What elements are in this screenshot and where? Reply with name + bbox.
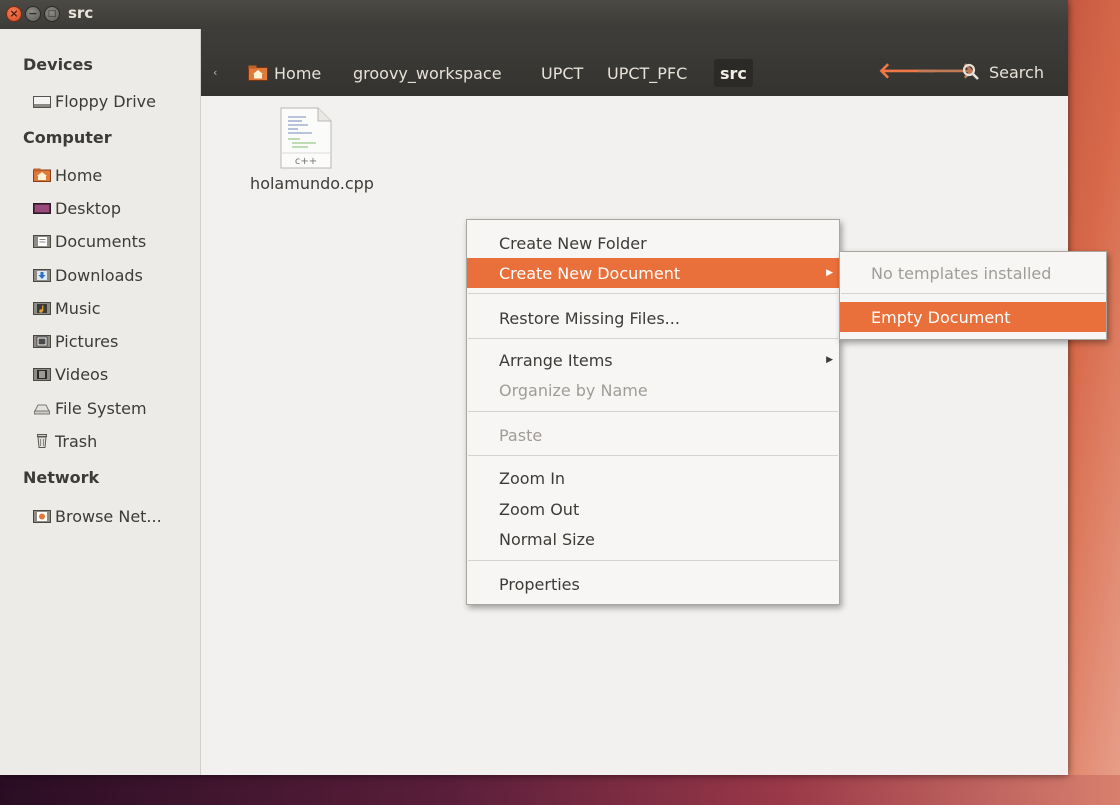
breadcrumb-upct[interactable]: UPCT xyxy=(537,59,587,87)
breadcrumb-label: src xyxy=(720,63,747,83)
breadcrumb-src[interactable]: src xyxy=(714,59,753,87)
sidebar-item-label: Documents xyxy=(55,231,147,251)
sidebar-item-desktop[interactable]: Desktop xyxy=(33,196,121,220)
menu-item-normal-size[interactable]: Normal Size xyxy=(467,524,839,554)
sidebar-item-label: Pictures xyxy=(55,331,119,351)
maximize-window-button[interactable]: □ xyxy=(44,6,60,22)
file-type-label: c++ xyxy=(295,156,317,167)
floppy-drive-icon xyxy=(33,96,51,108)
sidebar-item-label: Trash xyxy=(55,431,98,451)
sidebar-item-label: Desktop xyxy=(55,198,121,218)
menu-item-label: Zoom Out xyxy=(499,499,580,519)
sidebar-item-label: Music xyxy=(55,298,101,318)
submenu-item-empty-document[interactable]: Empty Document xyxy=(840,302,1106,332)
sidebar-item-label: Floppy Drive xyxy=(55,91,156,111)
window-title: src xyxy=(68,4,94,22)
menu-item-arrange-items[interactable]: Arrange Items ▶ xyxy=(467,345,839,375)
videos-folder-icon xyxy=(33,368,51,381)
menu-separator xyxy=(468,338,838,339)
home-folder-icon xyxy=(248,65,268,81)
downloads-folder-icon xyxy=(33,269,51,282)
sidebar-item-floppy-drive[interactable]: Floppy Drive xyxy=(33,89,156,113)
create-document-submenu: No templates installed Empty Document xyxy=(839,251,1107,340)
sidebar-header-devices: Devices xyxy=(23,55,93,74)
file-name-label[interactable]: holamundo.cpp xyxy=(236,174,388,193)
menu-item-label: Empty Document xyxy=(871,307,1011,327)
breadcrumb-label: groovy_workspace xyxy=(353,63,502,83)
menu-item-label: Create New Folder xyxy=(499,233,647,253)
sidebar-item-home[interactable]: Home xyxy=(33,163,102,187)
browse-network-icon xyxy=(33,510,51,523)
menu-item-label: Arrange Items xyxy=(499,350,613,370)
menu-item-create-new-folder[interactable]: Create New Folder xyxy=(467,228,839,258)
menu-separator xyxy=(468,455,838,456)
menu-item-label: Create New Document xyxy=(499,263,681,283)
menu-item-paste: Paste xyxy=(467,420,839,450)
breadcrumb-label: UPCT_PFC xyxy=(607,63,688,83)
submenu-arrow-icon: ▶ xyxy=(826,355,833,365)
trash-icon xyxy=(37,434,47,448)
documents-folder-icon xyxy=(33,235,51,248)
file-system-icon xyxy=(34,404,50,415)
cpp-file-icon[interactable]: c++ xyxy=(278,107,334,169)
close-icon: × xyxy=(9,7,19,20)
sidebar-item-trash[interactable]: Trash xyxy=(33,429,97,453)
menu-item-label: Restore Missing Files... xyxy=(499,308,680,328)
search-label: Search xyxy=(989,62,1044,82)
pictures-folder-icon xyxy=(33,335,51,348)
close-window-button[interactable]: × xyxy=(6,6,22,22)
menu-item-organize-by-name: Organize by Name xyxy=(467,375,839,405)
menu-item-label: Zoom In xyxy=(499,468,566,488)
breadcrumb-upct-pfc[interactable]: UPCT_PFC xyxy=(603,59,691,87)
menu-item-label: Paste xyxy=(499,425,543,445)
submenu-item-no-templates: No templates installed xyxy=(840,258,1106,288)
menu-item-label: Normal Size xyxy=(499,529,595,549)
sidebar-item-label: Home xyxy=(55,165,103,185)
title-bar[interactable]: × − □ src xyxy=(0,0,1068,29)
sidebar-item-videos[interactable]: Videos xyxy=(33,362,108,386)
desktop-icon xyxy=(33,203,51,214)
menu-separator xyxy=(841,293,1105,294)
menu-item-label: No templates installed xyxy=(871,263,1052,283)
menu-item-zoom-out[interactable]: Zoom Out xyxy=(467,494,839,524)
menu-separator xyxy=(468,560,838,561)
home-folder-icon xyxy=(33,168,51,182)
submenu-arrow-icon: ▶ xyxy=(826,268,833,278)
maximize-icon: □ xyxy=(47,9,57,19)
breadcrumb-home[interactable]: Home xyxy=(244,59,325,87)
sidebar-header-computer: Computer xyxy=(23,128,112,147)
menu-item-restore-missing-files[interactable]: Restore Missing Files... xyxy=(467,303,839,333)
desktop-wallpaper xyxy=(0,775,1120,805)
breadcrumb-label: Home xyxy=(274,63,322,83)
sidebar-header-network: Network xyxy=(23,468,100,487)
sidebar-item-label: Browse Net... xyxy=(55,506,162,526)
breadcrumb-groovy-workspace[interactable]: groovy_workspace xyxy=(349,59,506,87)
search-icon xyxy=(962,63,979,80)
menu-item-create-new-document[interactable]: Create New Document ▶ xyxy=(467,258,839,288)
sidebar-item-label: File System xyxy=(55,398,147,418)
breadcrumb-label: UPCT xyxy=(541,63,584,83)
sidebar-item-music[interactable]: Music xyxy=(33,296,101,320)
search-button[interactable]: Search xyxy=(962,59,1044,85)
sidebar-item-documents[interactable]: Documents xyxy=(33,229,146,253)
breadcrumb-back-arrow[interactable]: ‹ xyxy=(213,66,217,79)
sidebar-item-browse-network[interactable]: Browse Net... xyxy=(33,504,162,528)
menu-item-properties[interactable]: Properties xyxy=(467,569,839,599)
minimize-window-button[interactable]: − xyxy=(25,6,41,22)
menu-separator xyxy=(468,293,838,294)
menu-item-label: Organize by Name xyxy=(499,380,648,400)
context-menu: Create New Folder Create New Document ▶ R… xyxy=(466,219,840,605)
minimize-icon: − xyxy=(28,7,38,20)
music-folder-icon xyxy=(33,302,51,315)
sidebar-item-pictures[interactable]: Pictures xyxy=(33,329,118,353)
menu-item-zoom-in[interactable]: Zoom In xyxy=(467,463,839,493)
sidebar-item-label: Downloads xyxy=(55,265,143,285)
sidebar-item-label: Videos xyxy=(55,364,109,384)
sidebar-item-file-system[interactable]: File System xyxy=(33,396,147,420)
menu-separator xyxy=(468,411,838,412)
menu-item-label: Properties xyxy=(499,574,580,594)
sidebar-item-downloads[interactable]: Downloads xyxy=(33,263,143,287)
